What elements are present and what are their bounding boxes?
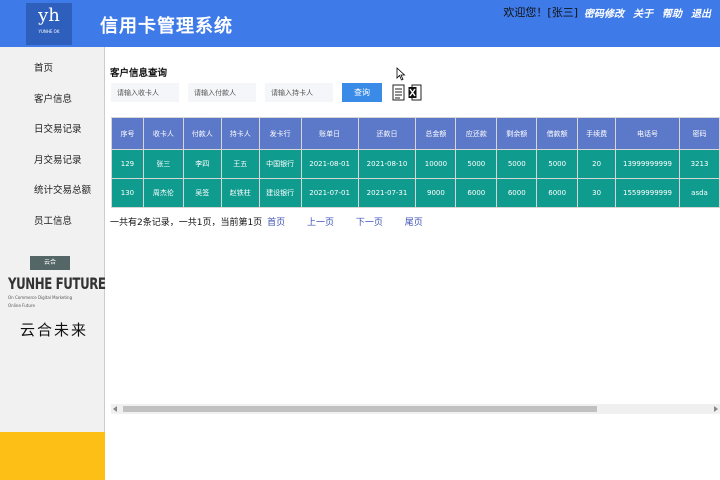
brand-chinese-name: 云合未来 [20,321,89,339]
logout-link[interactable]: 退出 [691,5,711,20]
column-header: 密码 [678,117,720,150]
table-cell: 5000 [536,149,579,179]
export-document-icon[interactable] [392,84,406,101]
table-cell: 6000 [455,178,498,208]
column-header: 应还款 [455,117,498,150]
column-header: 序号 [111,117,144,150]
scroll-left-icon[interactable] [113,406,117,412]
brand-block: 云合 YUNHE FUTURE On Commerce Digital Mark… [8,256,106,340]
sidebar-item-customers[interactable]: 客户信息 [34,91,72,105]
help-link[interactable]: 帮助 [662,5,682,20]
column-header: 借款额 [536,117,579,150]
column-header: 剩余额 [496,117,538,150]
holder-search-input[interactable] [265,83,333,102]
table-row[interactable]: 129 张三 李四 王五 中国银行 2021-08-01 2021-08-10 10000 50… [111,149,720,179]
table-cell: 2021-08-01 [300,149,359,179]
column-header: 收卡人 [142,117,184,150]
app-logo: yh YUNHE OK [26,3,72,45]
scrollbar-thumb[interactable] [123,406,597,412]
table-cell: 2021-07-31 [357,178,417,208]
table-cell: 吴签 [182,178,222,208]
table-cell: 5000 [455,149,498,179]
brand-tagline-1: On Commerce Digital Marketing [8,295,73,300]
table-cell: 6000 [496,178,538,208]
sidebar-item-employees[interactable]: 员工信息 [34,213,72,227]
table-cell: 建设银行 [258,178,302,208]
header-user-area: 欢迎您！[张三] 密码修改 关于 帮助 退出 [503,4,720,20]
table-cell: 3213 [678,149,720,179]
logo-text: yh [38,5,60,26]
pagination-summary: 一共有2条记录，一共1页，当前第1页 [110,218,263,228]
table-cell: 9000 [415,178,457,208]
customer-table: 序号 收卡人 付款人 持卡人 发卡行 账单日 还款日 总金额 应还款 剩余额 借款额 手续费 电话号 密码… [111,117,720,208]
table-cell: 张三 [142,149,184,179]
table-cell: 13999999999 [615,149,680,179]
table-cell: 129 [111,149,144,179]
top-header: yh YUNHE OK 信用卡管理系统 欢迎您！[张三] 密码修改 关于 帮助 … [0,0,720,47]
sidebar-footer-band [0,432,105,480]
page-title: 客户信息查询 [110,68,168,79]
app-title: 信用卡管理系统 [100,16,233,37]
column-header: 账单日 [300,117,359,150]
table-cell: 中国银行 [258,149,302,179]
logo-subtext: YUNHE OK [38,29,60,34]
column-header: 电话号 [615,117,680,150]
change-password-link[interactable]: 密码修改 [584,5,624,20]
column-header: 发卡行 [258,117,302,150]
column-header: 持卡人 [220,117,260,150]
brand-tag: 云合 [30,256,70,270]
column-header: 付款人 [182,117,222,150]
table-cell: 李四 [182,149,222,179]
column-header: 手续费 [577,117,617,150]
brand-english-name: YUNHE FUTURE [8,274,106,293]
sidebar-item-monthly-records[interactable]: 月交易记录 [34,152,82,166]
table-cell: 王五 [220,149,260,179]
table-cell: 6000 [536,178,579,208]
last-page-link[interactable]: 尾页 [405,218,423,228]
sidebar-item-home[interactable]: 首页 [34,60,53,74]
first-page-link[interactable]: 首页 [267,218,285,228]
sidebar-item-daily-records[interactable]: 日交易记录 [34,121,82,135]
table-cell: 15599999999 [615,178,680,208]
brand-tagline-2: Online Future [8,303,35,308]
query-button[interactable]: 查询 [342,83,382,102]
table-cell: 20 [577,149,617,179]
table-cell: 30 [577,178,617,208]
table-header-row: 序号 收卡人 付款人 持卡人 发卡行 账单日 还款日 总金额 应还款 剩余额 借款额 手续费 电话号 密码 [111,117,720,150]
table-cell: 5000 [496,149,538,179]
scroll-right-icon[interactable] [714,406,718,412]
table-cell: 赵铁柱 [220,178,260,208]
column-header: 还款日 [357,117,417,150]
export-excel-icon[interactable] [408,84,422,101]
payer-search-input[interactable] [188,83,256,102]
mouse-cursor-icon [396,67,406,81]
sidebar: 首页 客户信息 日交易记录 月交易记录 统计交易总额 员工信息 云合 YUNHE… [0,47,106,480]
next-page-link[interactable]: 下一页 [356,218,383,228]
table-cell: 2021-07-01 [300,178,359,208]
about-link[interactable]: 关于 [633,5,653,20]
horizontal-scrollbar[interactable] [111,404,720,414]
table-cell: asda [678,178,720,208]
payee-search-input[interactable] [111,83,179,102]
column-header: 总金额 [415,117,457,150]
sidebar-item-statistics[interactable]: 统计交易总额 [34,182,91,196]
table-cell: 周杰伦 [142,178,184,208]
pagination: 一共有2条记录，一共1页，当前第1页 首页 上一页 下一页 尾页 [110,215,423,228]
table-cell: 10000 [415,149,457,179]
table-cell: 130 [111,178,144,208]
prev-page-link[interactable]: 上一页 [307,218,334,228]
main-content: 客户信息查询 查询 序号收卡人付款人持卡人发卡行账单日还款日总金额应还款剩余额借… [107,47,720,480]
welcome-text: 欢迎您！[张三] [503,6,578,19]
table-row[interactable]: 130 周杰伦 吴签 赵铁柱 建设银行 2021-07-01 2021-07-31 9000 6… [111,178,720,208]
table-cell: 2021-08-10 [357,149,417,179]
